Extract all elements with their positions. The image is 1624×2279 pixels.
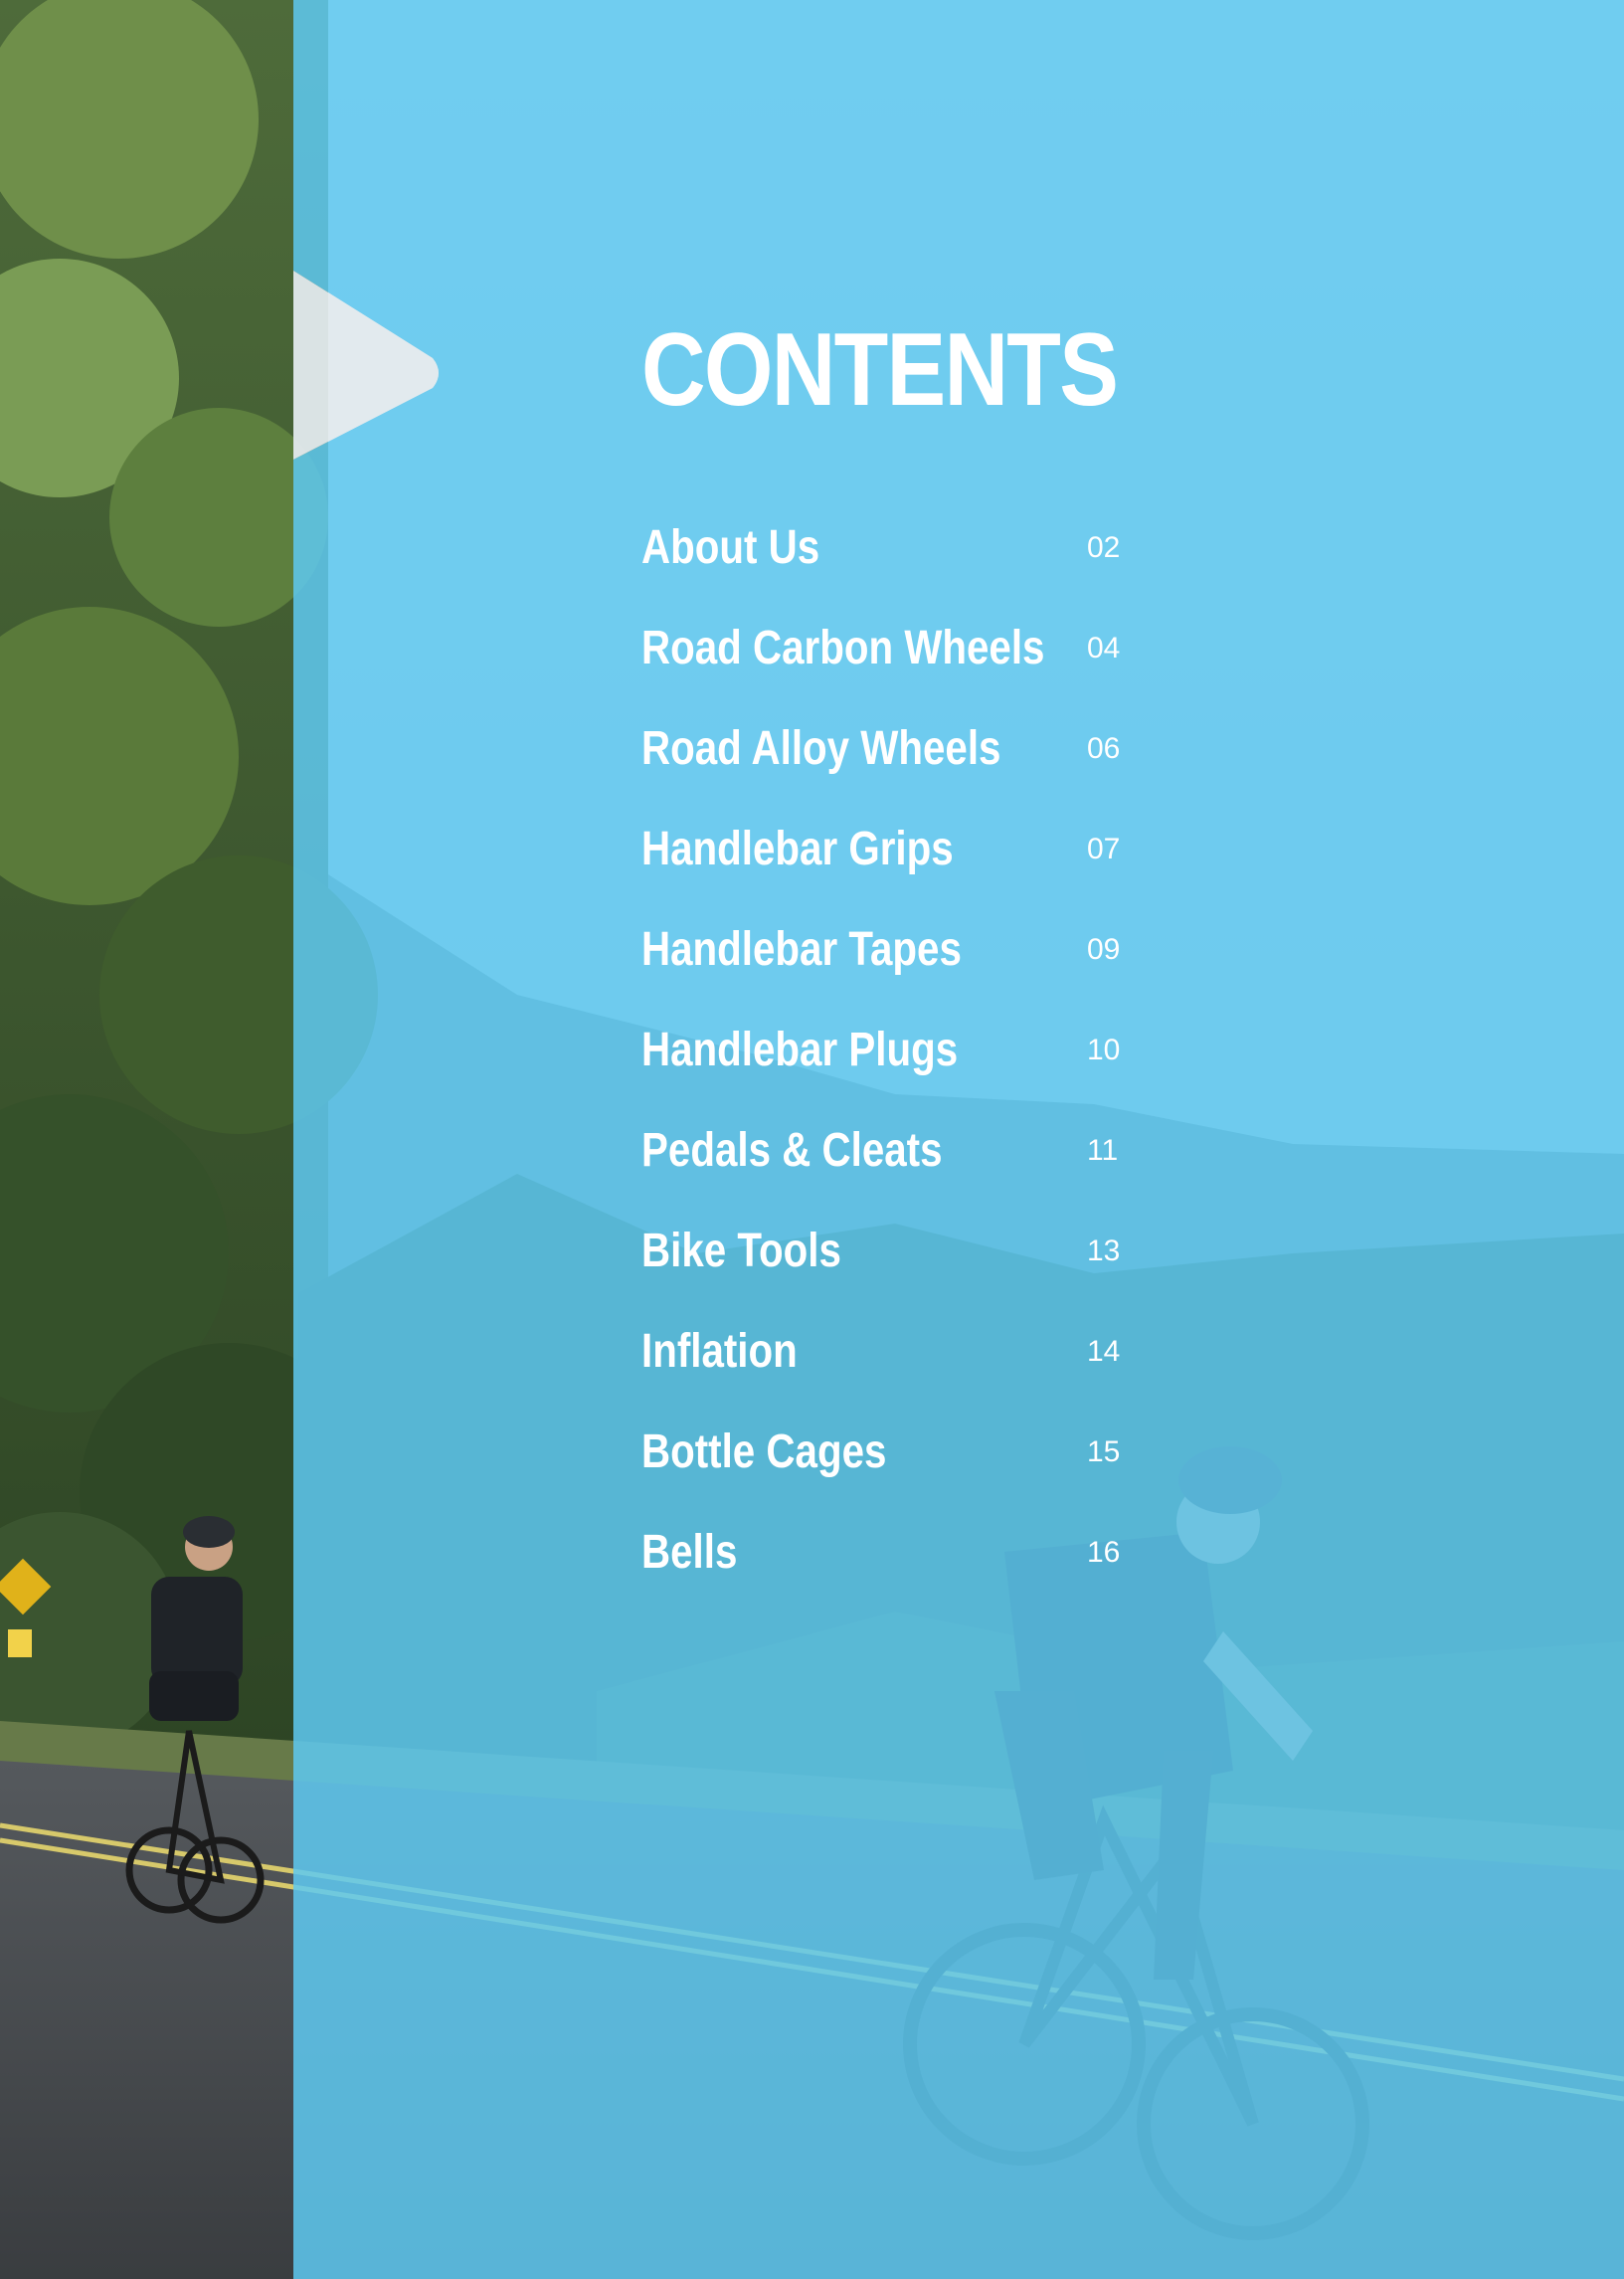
contents-entry[interactable]: Inflation 14 [641,1317,1139,1418]
entry-page-number: 02 [1087,531,1121,564]
entry-label: Bells [641,1526,738,1579]
entry-label: Handlebar Plugs [641,1024,959,1076]
contents-list: About Us 02 Road Carbon Wheels 04 Road A… [641,513,1139,1618]
contents-entry[interactable]: Road Alloy Wheels 06 [641,714,1139,815]
entry-page-number: 09 [1087,933,1121,966]
entry-page-number: 11 [1087,1134,1119,1167]
entry-label: Handlebar Tapes [641,923,962,976]
entry-label: Pedals & Cleats [641,1124,943,1177]
entry-page-number: 13 [1087,1234,1121,1267]
entry-page-number: 14 [1087,1335,1121,1368]
entry-label: Bike Tools [641,1225,841,1277]
contents-entry[interactable]: About Us 02 [641,513,1139,614]
entry-page-number: 07 [1087,833,1121,865]
contents-entry[interactable]: Pedals & Cleats 11 [641,1116,1139,1217]
entry-page-number: 16 [1087,1536,1121,1569]
entry-label: Bottle Cages [641,1425,887,1478]
contents-entry[interactable]: Handlebar Tapes 09 [641,915,1139,1016]
contents-entry[interactable]: Bells 16 [641,1518,1139,1618]
entry-label: Inflation [641,1325,798,1378]
contents-entry[interactable]: Road Carbon Wheels 04 [641,614,1139,714]
entry-page-number: 10 [1087,1034,1121,1066]
contents-entry[interactable]: Bike Tools 13 [641,1217,1139,1317]
contents-entry[interactable]: Handlebar Grips 07 [641,815,1139,915]
entry-page-number: 04 [1087,632,1121,665]
entry-label: Handlebar Grips [641,823,954,875]
contents-entry[interactable]: Handlebar Plugs 10 [641,1016,1139,1116]
contents-entry[interactable]: Bottle Cages 15 [641,1418,1139,1518]
entry-label: About Us [641,521,820,574]
entry-label: Road Carbon Wheels [641,622,1045,674]
page-title: CONTENTS [641,312,1119,428]
entry-label: Road Alloy Wheels [641,722,1001,775]
entry-page-number: 06 [1087,732,1121,765]
entry-page-number: 15 [1087,1435,1121,1468]
